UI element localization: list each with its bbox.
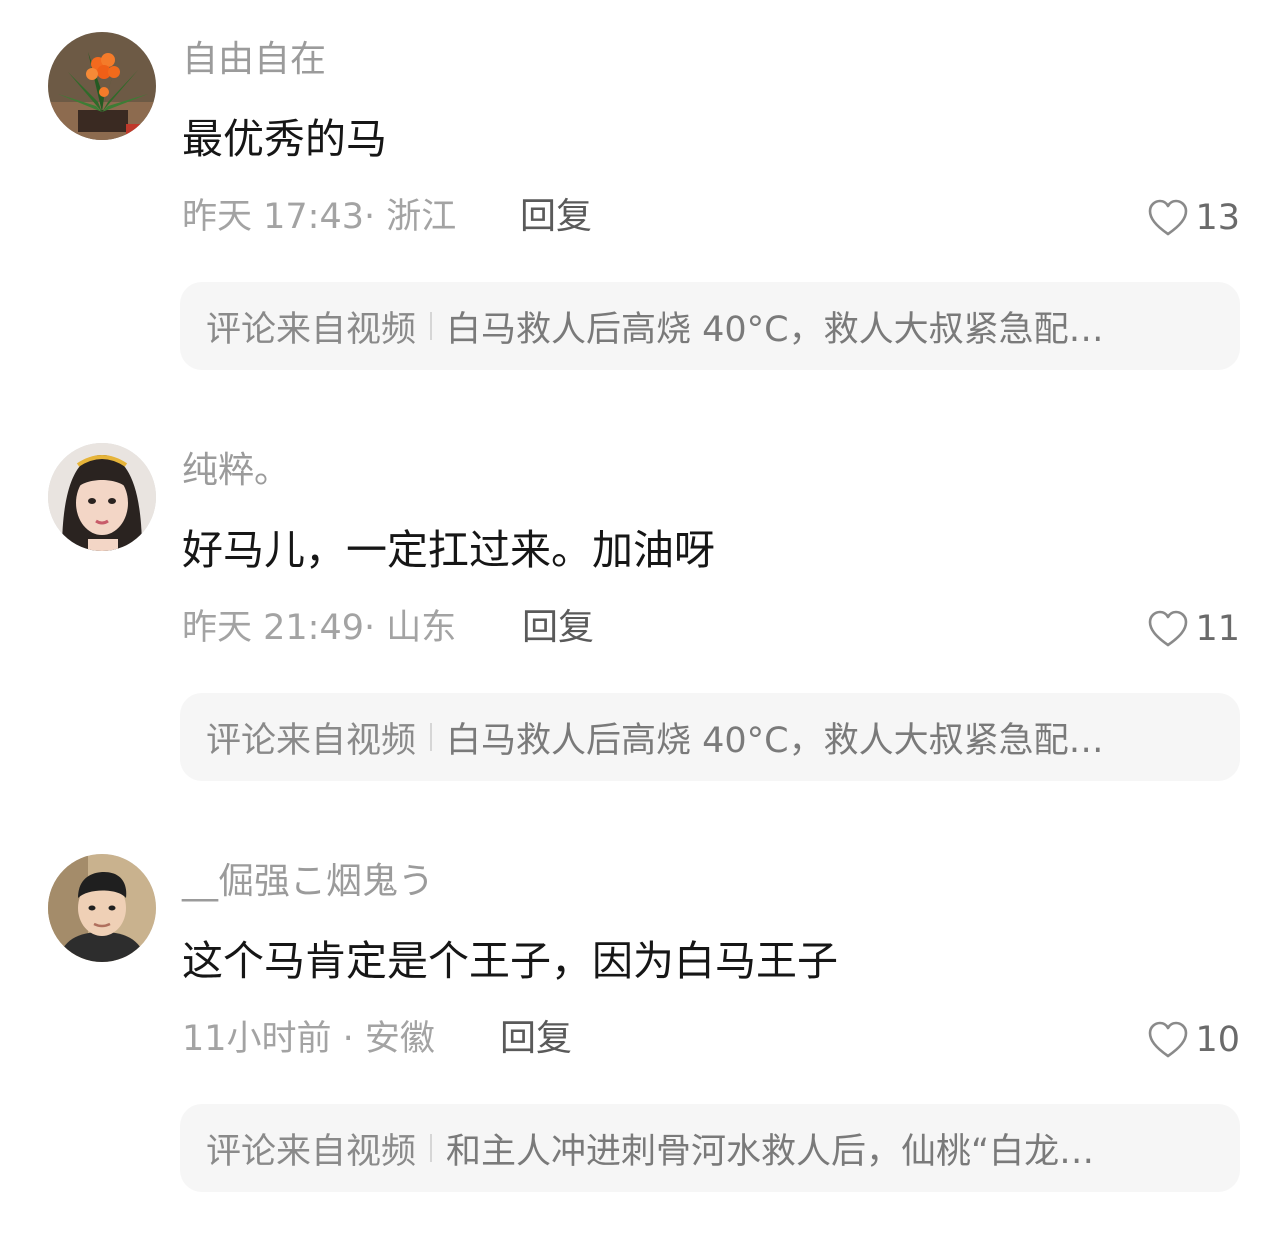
- source-video-title: 白马救人后高烧 40°C，救人大叔紧急配…: [446, 720, 1104, 761]
- like-button[interactable]: 11: [1147, 607, 1240, 651]
- comment-meta: 11小时前 · 安徽: [182, 1019, 435, 1059]
- divider: [430, 312, 433, 340]
- boy-avatar-icon: [48, 854, 156, 962]
- source-video-title: 和主人冲进刺骨河水救人后，仙桃“白龙…: [446, 1131, 1095, 1172]
- source-label: 评论来自视频: [206, 1131, 417, 1172]
- source-label: 评论来自视频: [206, 309, 417, 350]
- username[interactable]: __倔强こ烟鬼う: [182, 860, 434, 904]
- user-avatar[interactable]: [48, 32, 156, 140]
- girl-avatar-icon: [48, 443, 156, 551]
- heart-icon: [1149, 610, 1188, 647]
- divider: [430, 1134, 433, 1162]
- comment-meta: 昨天 17:43· 浙江: [182, 197, 457, 237]
- like-count: 11: [1195, 609, 1240, 649]
- reply-button[interactable]: 回复: [522, 606, 594, 650]
- comment-text: 最优秀的马: [182, 115, 387, 163]
- like-button[interactable]: 10: [1147, 1018, 1240, 1062]
- reply-button[interactable]: 回复: [520, 195, 592, 239]
- source-video-link[interactable]: 评论来自视频 白马救人后高烧 40°C，救人大叔紧急配…: [180, 282, 1240, 370]
- flower-avatar-icon: [48, 32, 156, 140]
- user-avatar[interactable]: [48, 854, 156, 962]
- username[interactable]: 纯粹。: [182, 449, 290, 493]
- username[interactable]: 自由自在: [182, 38, 326, 82]
- heart-icon: [1149, 199, 1188, 236]
- like-button[interactable]: 13: [1147, 196, 1240, 240]
- source-video-link[interactable]: 评论来自视频 和主人冲进刺骨河水救人后，仙桃“白龙…: [180, 1104, 1240, 1192]
- heart-icon: [1149, 1021, 1188, 1058]
- source-video-title: 白马救人后高烧 40°C，救人大叔紧急配…: [446, 309, 1104, 350]
- source-video-link[interactable]: 评论来自视频 白马救人后高烧 40°C，救人大叔紧急配…: [180, 693, 1240, 781]
- reply-button[interactable]: 回复: [500, 1017, 572, 1061]
- like-count: 13: [1195, 198, 1240, 238]
- comment-meta: 昨天 21:49· 山东: [182, 608, 457, 648]
- comment-item: 自由自在 最优秀的马 昨天 17:43· 浙江 回复 13 评论来自视频 白马救…: [0, 0, 1278, 411]
- divider: [430, 723, 433, 751]
- comment-text: 这个马肯定是个王子，因为白马王子: [182, 937, 838, 985]
- comment-text: 好马儿，一定扛过来。加油呀: [182, 526, 715, 574]
- user-avatar[interactable]: [48, 443, 156, 551]
- like-count: 10: [1195, 1020, 1240, 1060]
- comment-item: __倔强こ烟鬼う 这个马肯定是个王子，因为白马王子 11小时前 · 安徽 回复 …: [0, 822, 1278, 1233]
- source-label: 评论来自视频: [206, 720, 417, 761]
- comment-item: 纯粹。 好马儿，一定扛过来。加油呀 昨天 21:49· 山东 回复 11 评论来…: [0, 411, 1278, 822]
